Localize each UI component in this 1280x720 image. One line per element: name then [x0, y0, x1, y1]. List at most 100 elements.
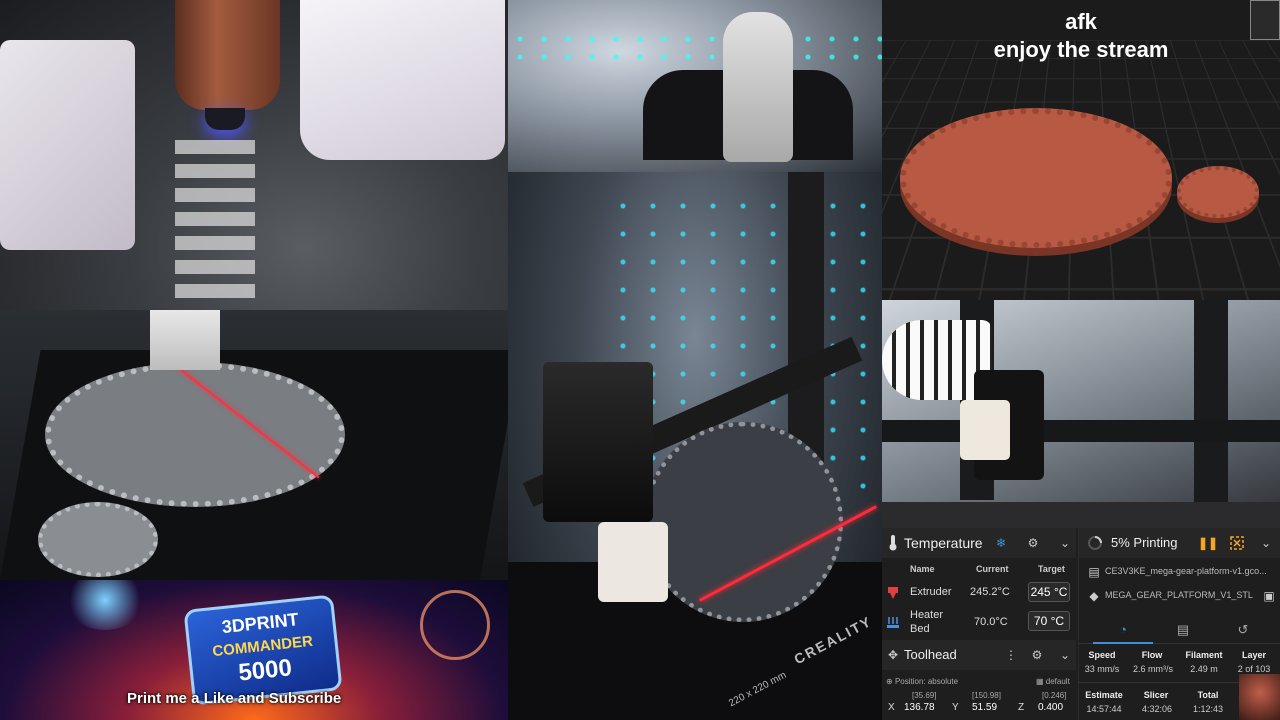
- target-unit: °C: [1054, 585, 1067, 599]
- fan-shroud: [300, 0, 505, 160]
- stat-label: Flow: [1127, 650, 1177, 660]
- tab-files[interactable]: ▤: [1153, 616, 1213, 644]
- y-target: [150.98]: [972, 691, 1001, 700]
- file-name-row: ▤ CE3V3KE_mega-gear-platform-v1.gco...: [1089, 566, 1275, 580]
- stat-value: 2.6 mm³/s: [1125, 664, 1181, 674]
- z-target: [0.246]: [1042, 691, 1066, 700]
- x-axis-label: X: [888, 702, 895, 713]
- exclude-object-icon[interactable]: ▣: [1263, 590, 1275, 602]
- camera-top-figurine: [508, 0, 882, 172]
- default-label[interactable]: ▦ default: [1036, 677, 1070, 686]
- x-target: [35.69]: [912, 691, 936, 700]
- col-header-name: Name: [910, 564, 935, 574]
- target-value: 245: [1031, 585, 1051, 599]
- banner-tagline: Print me a Like and Subscribe: [127, 690, 341, 707]
- z-axis-label: Z: [1018, 702, 1024, 713]
- printed-gear-teeth: [175, 140, 255, 300]
- camera-bed-gear: [0, 310, 508, 580]
- printed-gear: [643, 422, 843, 622]
- extruder-target-input[interactable]: 245 °C: [1028, 582, 1070, 602]
- y-position-input[interactable]: 51.59: [972, 702, 997, 713]
- print-head: [543, 362, 653, 522]
- gcode-preview: afk enjoy the stream: [882, 0, 1280, 300]
- printed-gear-small: [38, 502, 158, 577]
- col-header-current: Current: [976, 564, 1009, 574]
- channel-banner: 3DPRINT COMMANDER 5000 Print me a Like a…: [0, 580, 508, 720]
- col-header-target: Target: [1038, 564, 1065, 574]
- heater-bed-icon: [886, 616, 900, 630]
- position-mode-label: ⊕ Position: absolute: [886, 677, 958, 686]
- head-logo-plate: [960, 400, 1010, 460]
- chevron-down-icon[interactable]: ⌄: [1058, 648, 1072, 662]
- bed-target-input[interactable]: 70 °C: [1028, 611, 1070, 631]
- hotend-heater-block: [175, 0, 280, 110]
- x-gantry: [882, 420, 1280, 442]
- toolhead-card-header: ✥ Toolhead ⋮ ⚙ ⌄: [882, 640, 1076, 670]
- thermometer-icon: [886, 535, 900, 551]
- time-label: Slicer: [1131, 690, 1181, 700]
- status-tabs: ◔ ▤ ↺: [1079, 616, 1280, 644]
- preview-gear-small: [1177, 166, 1259, 218]
- heater-name: Heater: [910, 609, 943, 621]
- object-name-row: ◆ MEGA_GEAR_PLATFORM_V1_STL: [1089, 590, 1275, 604]
- toolhead-title: Toolhead: [904, 647, 957, 662]
- heater-current: 245.2°C: [970, 586, 1010, 598]
- tab-history[interactable]: ↺: [1213, 616, 1273, 644]
- camera-printer-side: CREALITY 220 x 220 mm: [508, 172, 882, 720]
- target-unit: °C: [1051, 614, 1064, 628]
- head-logo-plate: [598, 522, 668, 602]
- print-status-text: 5% Printing: [1111, 535, 1177, 550]
- gear-icon[interactable]: ⚙: [1030, 648, 1044, 662]
- stat-value: 2.49 m: [1176, 664, 1232, 674]
- chevron-down-icon[interactable]: ⌄: [1058, 536, 1072, 550]
- y-axis-label: Y: [952, 702, 959, 713]
- temperature-card-header: Temperature ❄ ⚙ ⌄: [882, 528, 1076, 558]
- cancel-icon[interactable]: [1229, 535, 1245, 551]
- object-icon: ◆: [1089, 590, 1099, 602]
- fan-shroud: [0, 40, 135, 250]
- preview-gear-large: [900, 108, 1172, 248]
- temperature-title: Temperature: [904, 535, 983, 551]
- printer-frame-column: [1194, 300, 1228, 510]
- heater-name: Bed: [910, 623, 930, 635]
- print-status-card: 5% Printing ❚❚ ⌄ ▤ CE3V3KE_mega-gear-pla…: [1078, 528, 1280, 720]
- led-lights: [508, 30, 882, 70]
- heater-current: 70.0°C: [974, 616, 1008, 628]
- temperature-card: Temperature ❄ ⚙ ⌄ Name Current Target Ex…: [882, 528, 1076, 720]
- x-position-input[interactable]: 136.78: [904, 702, 935, 713]
- time-label: Total: [1183, 690, 1233, 700]
- print-head: [150, 310, 220, 370]
- tab-status[interactable]: ◔: [1093, 616, 1153, 644]
- history-icon: ↺: [1238, 622, 1249, 638]
- stat-value: 33 mm/s: [1074, 664, 1130, 674]
- overlay-line-1: afk: [882, 8, 1280, 36]
- camera-nozzle-closeup: [0, 0, 508, 310]
- extruder-icon: [886, 586, 900, 600]
- gear-icon[interactable]: ⚙: [1026, 536, 1040, 550]
- time-label: Estimate: [1079, 690, 1129, 700]
- stream-overlay-text: afk enjoy the stream: [882, 8, 1280, 64]
- figurine: [723, 12, 793, 162]
- document-icon: ▤: [1177, 622, 1189, 638]
- overlay-line-2: enjoy the stream: [882, 36, 1280, 64]
- printer-dashboard: Temperature ❄ ⚙ ⌄ Name Current Target Ex…: [882, 528, 1280, 720]
- spinner-icon: [1087, 535, 1103, 551]
- file-name: CE3V3KE_mega-gear-platform-v1.gco...: [1105, 566, 1267, 576]
- stat-label: Speed: [1077, 650, 1127, 660]
- chevron-down-icon[interactable]: ⌄: [1259, 536, 1273, 550]
- object-name: MEGA_GEAR_PLATFORM_V1_STL: [1105, 590, 1253, 600]
- z-position-input[interactable]: 0.400: [1038, 702, 1063, 713]
- time-value: 14:57:44: [1076, 704, 1132, 714]
- print-bed: [882, 502, 1280, 528]
- channel-logo: 3DPRINT COMMANDER 5000: [183, 594, 342, 705]
- camera-printhead-front: [882, 300, 1280, 528]
- stat-value: 2 of 103: [1226, 664, 1280, 674]
- gauge-icon: ◔: [1119, 622, 1127, 637]
- snowflake-icon[interactable]: ❄: [994, 536, 1008, 550]
- more-icon[interactable]: ⋮: [1006, 648, 1016, 662]
- decor-orb: [65, 580, 145, 630]
- pause-icon[interactable]: ❚❚: [1201, 536, 1215, 550]
- nozzle: [205, 108, 245, 130]
- position-mode-text: Position: absolute: [895, 677, 958, 686]
- target-value: 70: [1034, 614, 1047, 628]
